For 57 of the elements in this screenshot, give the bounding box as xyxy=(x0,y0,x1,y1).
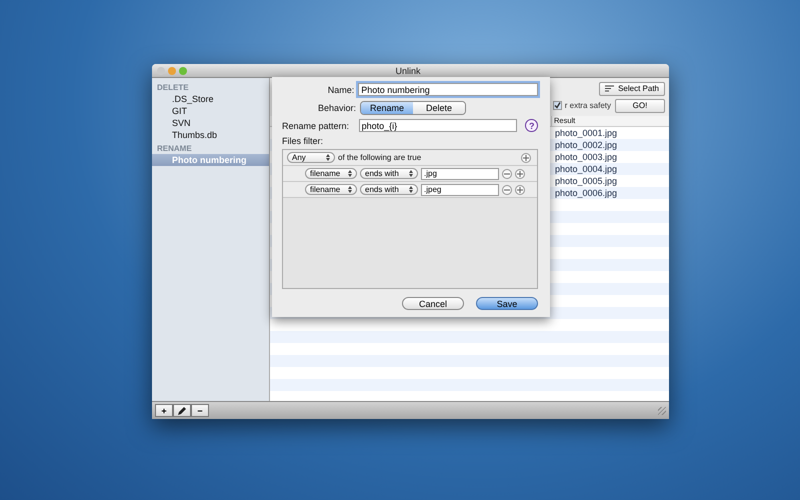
sidebar-item[interactable]: Thumbs.db xyxy=(152,129,269,141)
table-cell: photo_0005.jpg xyxy=(555,176,618,186)
sidebar-item[interactable]: GIT xyxy=(152,105,269,117)
table-cell: photo_0003.jpg xyxy=(555,152,618,162)
match-popup[interactable]: Any xyxy=(287,152,335,163)
field-popup[interactable]: filename xyxy=(305,168,357,179)
help-button[interactable]: ? xyxy=(525,119,538,132)
behavior-segment[interactable]: Rename xyxy=(361,102,413,114)
updown-icon xyxy=(409,170,413,177)
plus-icon xyxy=(517,186,523,192)
window-title: Unlink xyxy=(394,66,422,76)
checkbox-label: r extra safety xyxy=(564,101,611,110)
field-popup[interactable]: filename xyxy=(305,184,357,195)
pattern-field[interactable]: photo_{i} xyxy=(358,119,518,132)
resize-grip-icon[interactable] xyxy=(658,406,666,414)
table-cell: photo_0006.jpg xyxy=(555,188,618,198)
field-label: Rename pattern: xyxy=(282,120,350,130)
sidebar-heading: DELETE xyxy=(156,82,190,93)
updown-icon xyxy=(348,170,352,177)
operator-popup[interactable]: ends with xyxy=(360,168,418,179)
table-cell: photo_0004.jpg xyxy=(555,164,618,174)
updown-icon xyxy=(409,186,413,193)
rule-text: of the following are true xyxy=(338,153,422,162)
operator-popup[interactable]: ends with xyxy=(360,184,418,195)
sidebar-heading: RENAME xyxy=(156,143,193,154)
add-rule-button[interactable] xyxy=(521,152,531,162)
minus-icon xyxy=(504,186,510,192)
pencil-icon xyxy=(177,406,187,416)
field-label: Name: xyxy=(326,84,354,94)
behavior-segment[interactable]: Delete xyxy=(413,102,465,114)
select-path-button[interactable]: Select Path xyxy=(599,82,665,96)
lines-icon xyxy=(605,85,614,92)
remove-rule-button[interactable] xyxy=(502,184,512,194)
field-label: Behavior: xyxy=(316,102,356,112)
sidebar-item[interactable]: .DS_Store xyxy=(152,93,269,105)
add-button[interactable]: + xyxy=(155,404,173,417)
cancel-button[interactable]: Cancel xyxy=(402,297,464,310)
safety-checkbox[interactable] xyxy=(552,101,562,110)
edit-button[interactable] xyxy=(173,404,191,417)
table-cell: photo_0002.jpg xyxy=(555,140,618,150)
add-rule-button[interactable] xyxy=(515,184,525,194)
plus-icon xyxy=(517,170,523,176)
sidebar-item[interactable]: SVN xyxy=(152,117,269,129)
minus-icon xyxy=(504,170,510,176)
value-field[interactable]: .jpg xyxy=(421,168,499,180)
remove-rule-button[interactable] xyxy=(502,168,512,178)
save-button[interactable]: Save xyxy=(476,297,538,310)
add-rule-button[interactable] xyxy=(515,168,525,178)
name-field[interactable]: Photo numbering xyxy=(358,83,538,96)
section-label: Files filter: xyxy=(282,136,324,146)
updown-icon xyxy=(326,154,330,161)
remove-button[interactable]: − xyxy=(191,404,209,417)
updown-icon xyxy=(348,186,352,193)
plus-icon xyxy=(523,154,529,160)
table-cell: photo_0001.jpg xyxy=(555,128,618,138)
value-field[interactable]: .jpeg xyxy=(421,184,499,196)
go-button[interactable]: GO! xyxy=(615,98,665,112)
